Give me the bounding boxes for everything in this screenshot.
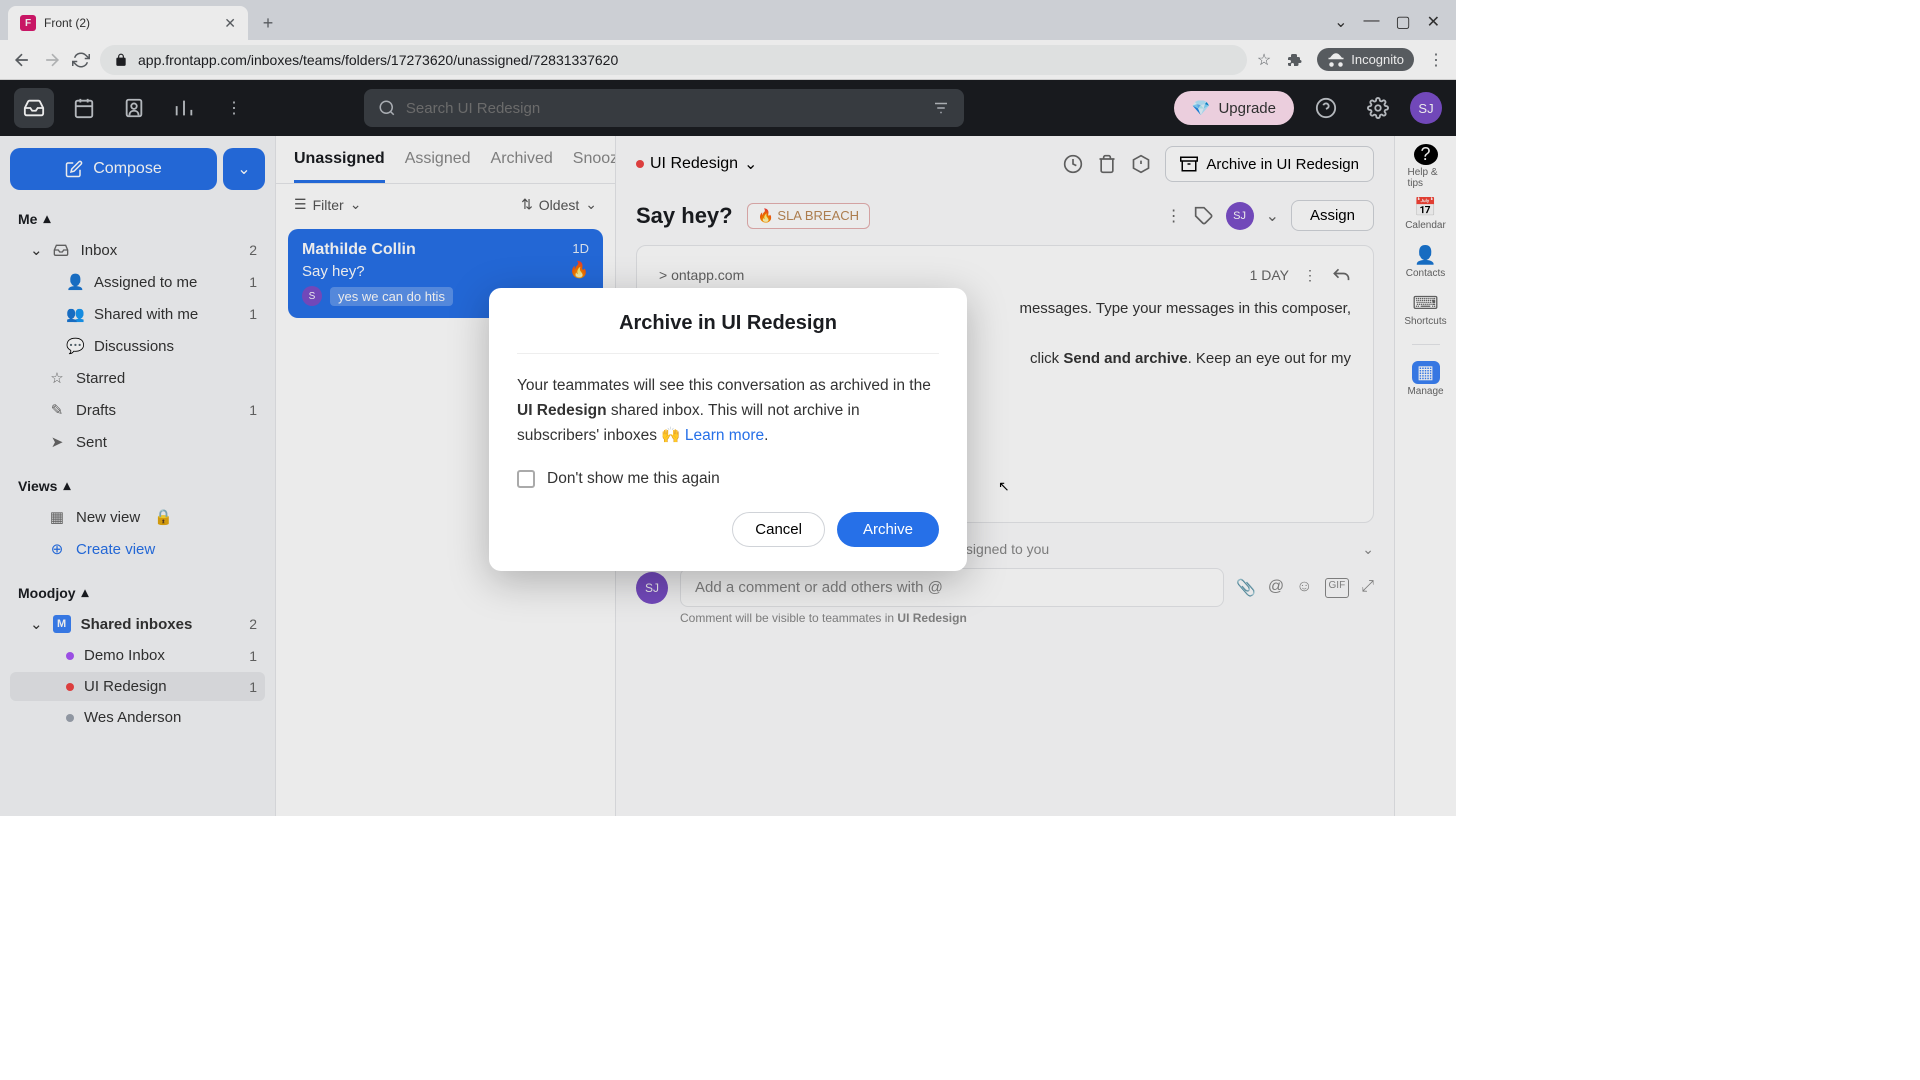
checkbox-icon[interactable]: [517, 470, 535, 488]
archive-modal: Archive in UI Redesign Your teammates wi…: [489, 288, 967, 571]
modal-body: Your teammates will see this conversatio…: [517, 374, 939, 448]
modal-overlay[interactable]: Archive in UI Redesign Your teammates wi…: [0, 0, 1456, 816]
dont-show-checkbox[interactable]: Don't show me this again: [517, 470, 939, 488]
learn-more-link[interactable]: Learn more: [685, 427, 764, 444]
modal-title: Archive in UI Redesign: [517, 312, 939, 354]
cancel-button[interactable]: Cancel: [732, 512, 825, 547]
archive-button[interactable]: Archive: [837, 512, 939, 547]
